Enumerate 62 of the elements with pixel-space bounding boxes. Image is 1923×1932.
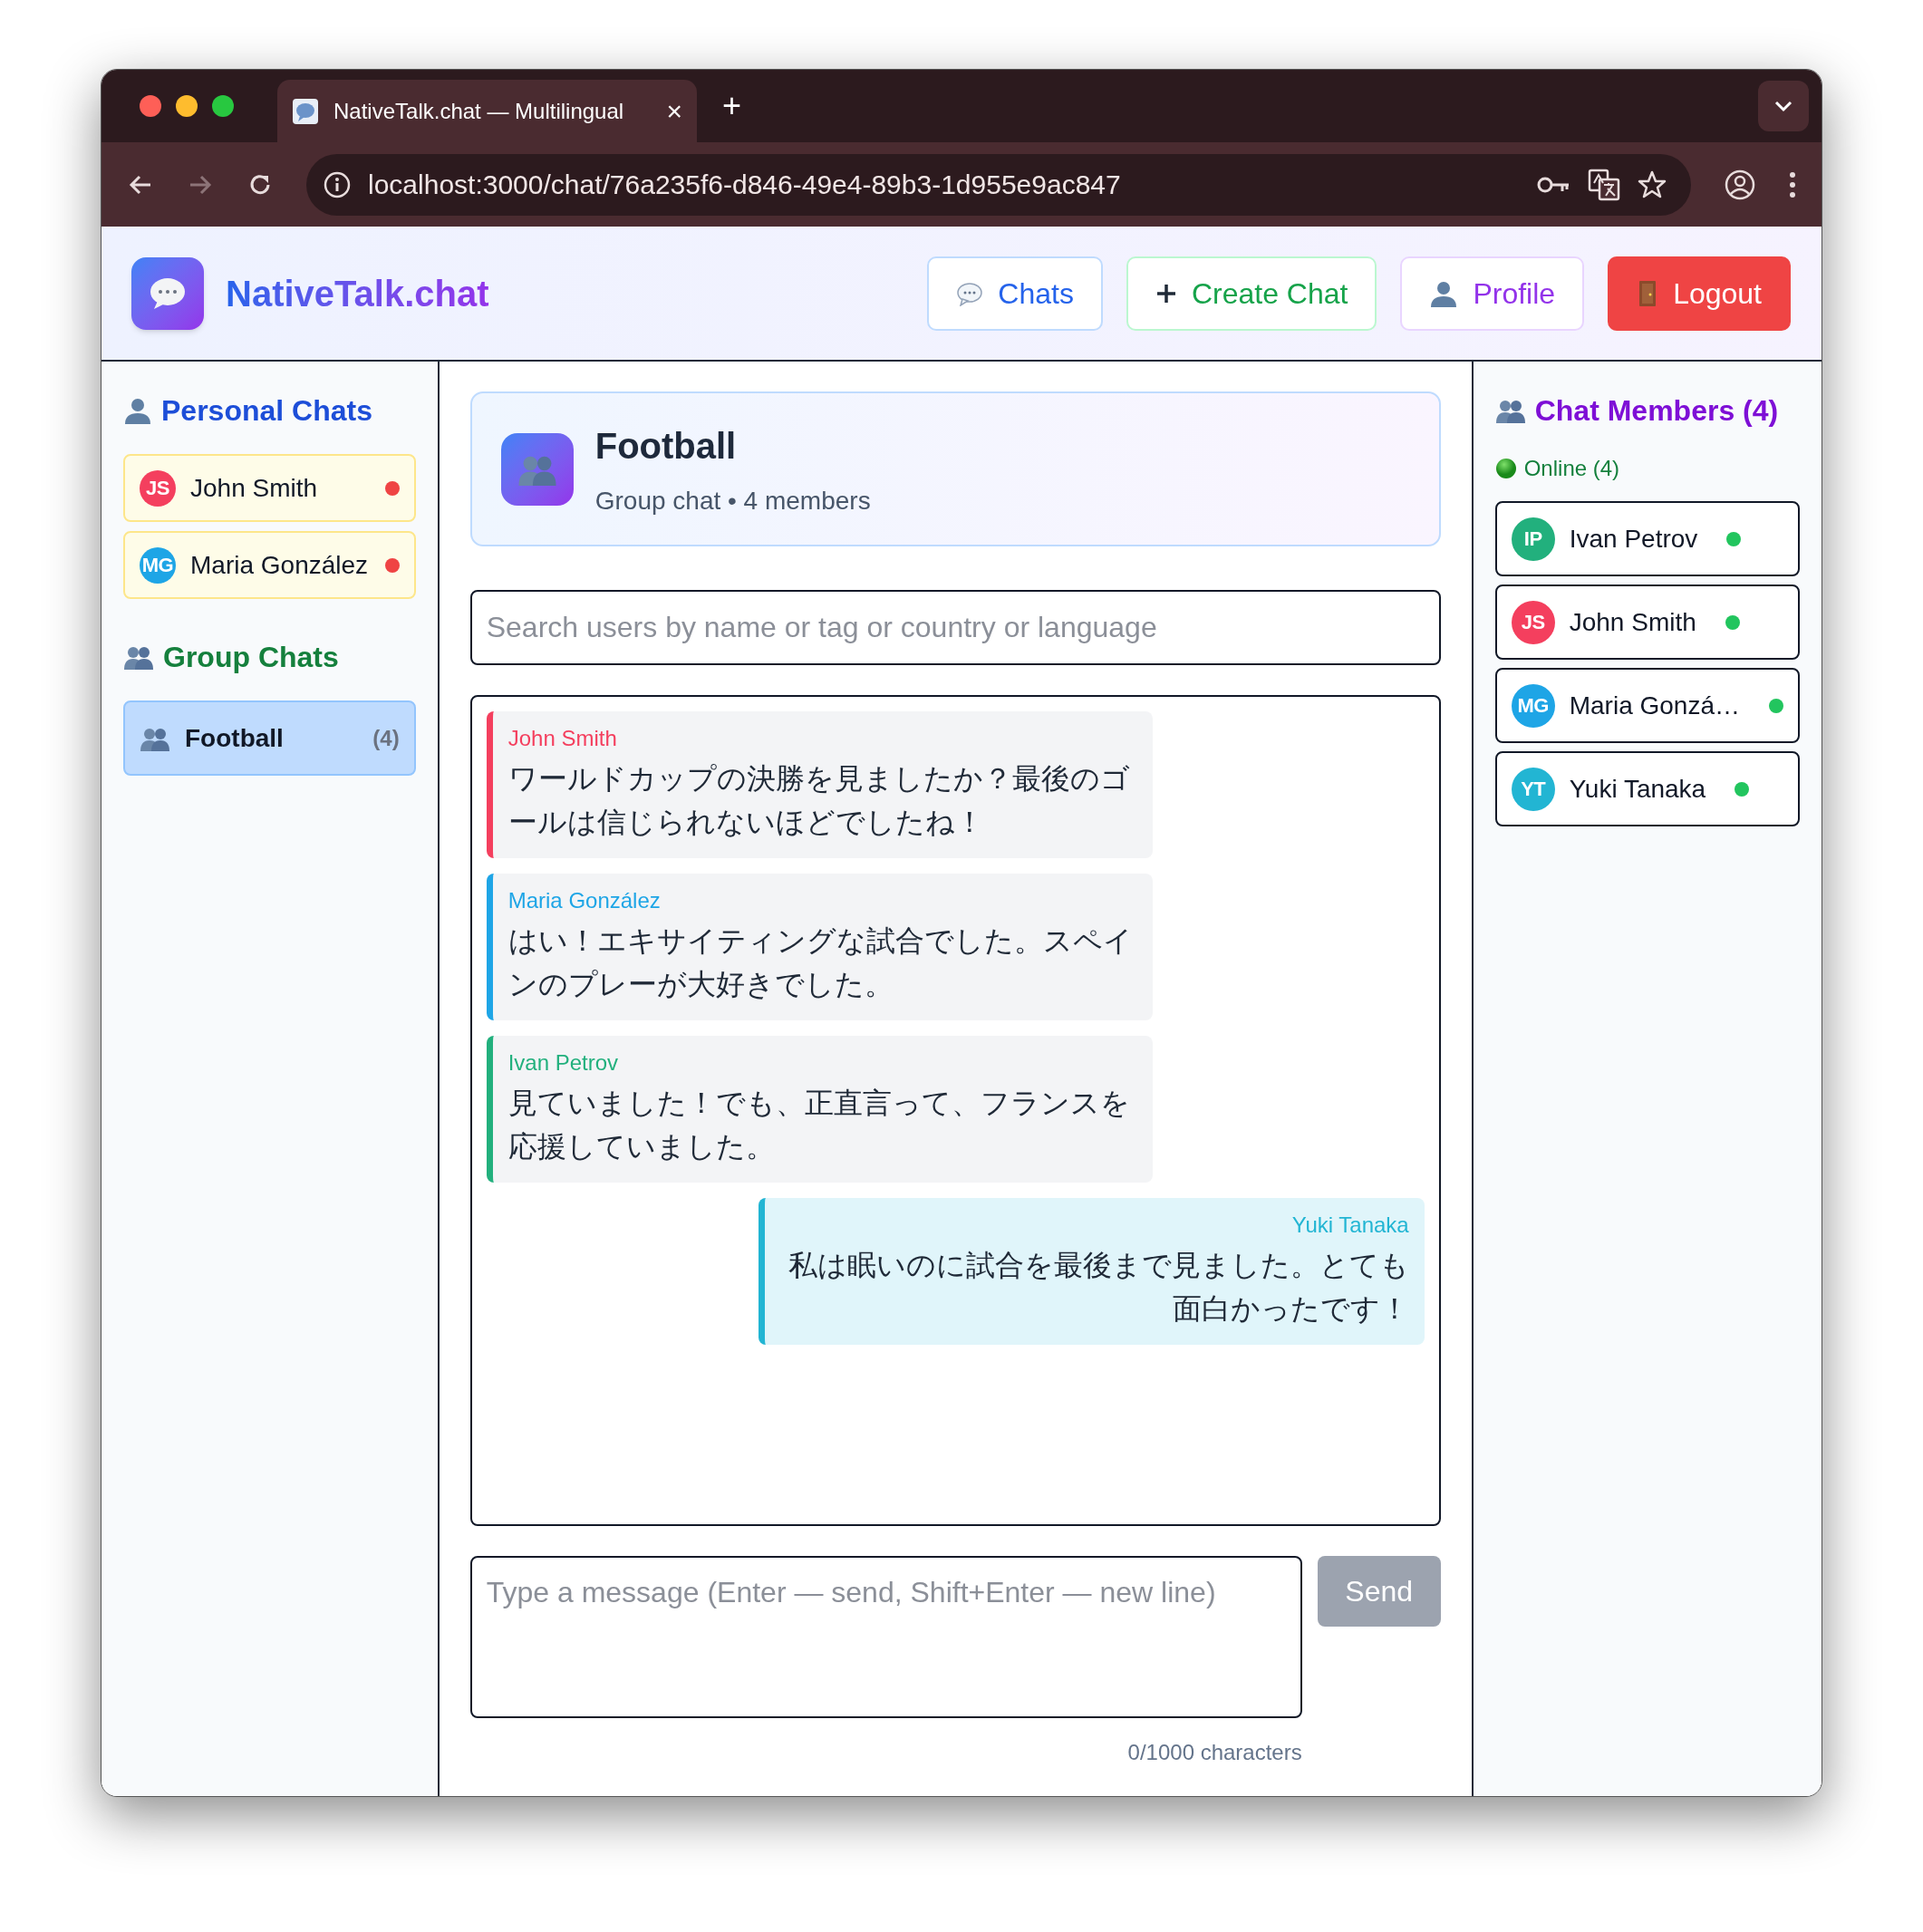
sender-name: Yuki Tanaka [1291,1212,1409,1239]
member-item[interactable]: YT Yuki Tanaka [1494,751,1800,826]
message-text: はい！エキサイティングな試合でした。スペインのプレーが大好きでした。 [507,923,1134,1002]
account-icon[interactable] [1724,168,1756,201]
contact-name: Maria González [190,549,370,581]
speech-bubble-icon [149,275,187,311]
message-input[interactable]: Type a message (Enter — send, Shift+Enter — new line) [469,1556,1302,1718]
tab-title: NativeTalk.chat — Multilingual [333,97,625,125]
chat-subtitle: Group chat • 4 members [594,485,871,517]
group-name: Football [185,722,285,754]
member-item[interactable]: IP Ivan Petrov [1494,501,1800,576]
info-icon[interactable] [323,169,352,199]
member-name: John Smith [1569,606,1696,638]
tab-close-button[interactable]: × [666,97,682,125]
address-bar[interactable]: localhost:3000/chat/76a235f6-d846-49e4-89b3-1d955e9ac847 [306,153,1691,216]
section-heading: Chat Members (4) [1534,393,1779,429]
avatar: MG [140,546,176,584]
logout-button[interactable]: Logout [1608,256,1791,331]
section-heading: Group Chats [163,640,339,675]
message-text: ワールドカップの決勝を見ましたか？最後のゴールは信じられないほどでしたね！ [507,761,1131,840]
avatar: MG [1511,683,1555,728]
plus-icon [1155,282,1177,304]
section-heading: Personal Chats [161,393,372,429]
translate-icon[interactable] [1588,168,1620,201]
sender-name: Ivan Petrov [507,1049,620,1077]
member-name: Yuki Tanaka [1569,773,1706,805]
tab-list-button[interactable] [1758,81,1809,131]
avatar: JS [140,469,176,507]
url-text: localhost:3000/chat/76a235f6-d846-49e4-89b3-1d955e9ac847 [368,169,1122,201]
browser-tab[interactable]: NativeTalk.chat — Multilingual × [277,80,697,142]
group-chat-item[interactable]: Football (4) [123,700,416,776]
two-people-icon [1494,398,1526,423]
more-vertical-icon[interactable] [1789,170,1796,198]
contact-name: John Smith [190,472,319,504]
online-dot-icon [1494,458,1517,479]
two-people-icon [123,644,154,670]
chat-favicon-icon [292,97,319,125]
avatar: IP [1511,517,1555,561]
chat-title: Football [594,424,738,468]
message-text: 私は眠いのに試合を最後まで見ました。とても面白かったです！ [787,1248,1409,1327]
member-name: Maria Gonzá… [1569,690,1740,721]
online-label: Online (4) [1523,455,1620,482]
star-icon[interactable] [1637,169,1667,200]
avatar: YT [1511,767,1555,811]
chat-list-item[interactable]: MG Maria González [123,531,416,599]
chats-button[interactable]: Chats [927,256,1103,331]
sender-name: Maria González [507,887,662,914]
speech-bubble-icon [956,280,984,306]
person-icon [123,396,152,425]
member-count: (4) [372,724,400,752]
member-item[interactable]: MG Maria Gonzá… [1494,668,1800,743]
chevron-down-icon [1773,100,1793,112]
profile-button[interactable]: Profile [1400,256,1585,331]
member-item[interactable]: JS John Smith [1494,584,1800,660]
message-text: 見ていました！でも、正直言って、フランスを応援していました。 [507,1086,1131,1164]
new-tab-button[interactable]: + [722,90,742,122]
character-counter: 0/1000 characters [1127,1739,1302,1766]
chat-list-item[interactable]: JS John Smith [123,454,416,522]
search-field[interactable]: Search users by name or tag or country or language [469,590,1441,665]
sender-name: John Smith [507,725,618,752]
avatar: JS [1511,600,1555,644]
member-name: Ivan Petrov [1569,523,1698,555]
